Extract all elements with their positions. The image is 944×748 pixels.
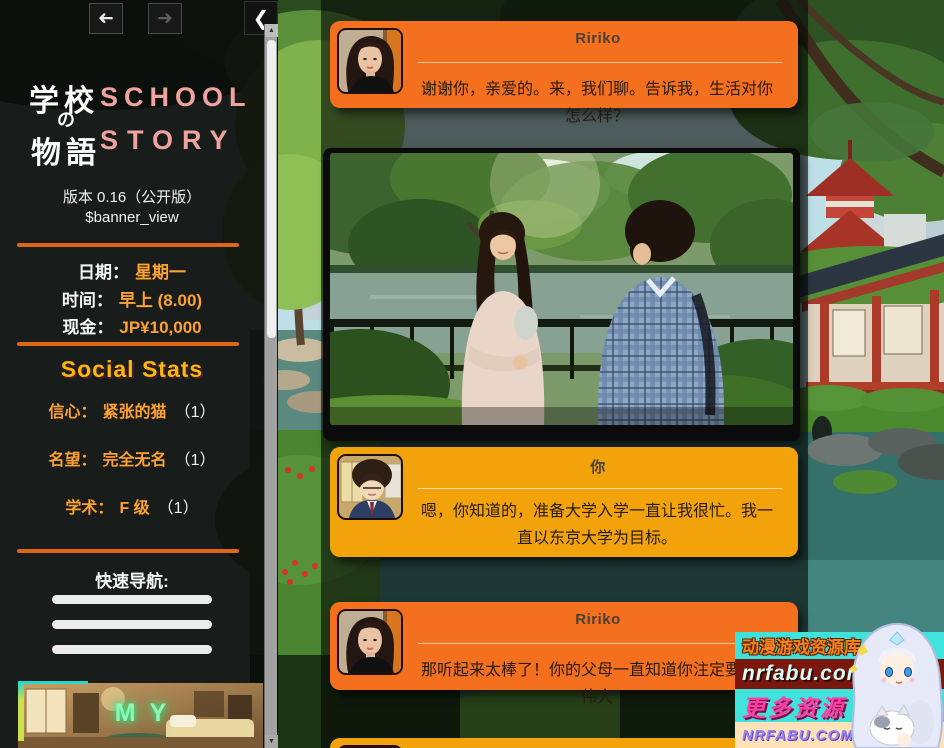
stat-label: 信心：: [49, 404, 97, 421]
message-text: 那听起来太棒了！你的父母一直知道你注定要成就伟大: [414, 657, 780, 711]
ad-banner-text: MY: [18, 699, 263, 728]
stat-value: 完全无名: [103, 452, 167, 469]
scrollbar-up-button[interactable]: ▲: [265, 24, 278, 37]
stat-fame: 名望： 完全无名 （1）: [0, 446, 264, 470]
stat-value: 紧张的猫: [103, 404, 167, 421]
stat-level: （1）: [175, 404, 216, 421]
speaker-name: 你: [414, 456, 782, 477]
date-row: 日期： 星期一: [0, 258, 264, 283]
date-label: 日期：: [78, 263, 129, 282]
message-divider: [418, 62, 782, 63]
quick-nav-button-2[interactable]: [52, 620, 212, 629]
avatar-player: [337, 454, 403, 520]
avatar-ririko: [337, 609, 403, 675]
forward-button[interactable]: ➜: [148, 3, 182, 34]
banner-variable-label: $banner_view: [0, 209, 264, 226]
time-value: 早上 (8.00): [119, 291, 202, 310]
chat-message-partial[interactable]: [330, 738, 798, 748]
logo-jp-story: 物語: [31, 128, 101, 172]
quick-nav-button-3[interactable]: [52, 645, 212, 654]
scene-photo-image: [330, 153, 793, 425]
time-row: 时间： 早上 (8.00): [0, 286, 264, 311]
ad-corner-decoration: [18, 681, 88, 684]
sidebar: 学校 の 物語 SCHOOL STORY 版本 0.16（公开版） $banne…: [0, 0, 278, 748]
logo-en-school: SCHOOL: [100, 82, 252, 113]
cash-value: JP¥10,000: [119, 318, 201, 337]
site-watermark: 动漫游戏资源库 nrfabu.com 更多资源 NRFABU.COM: [735, 632, 944, 748]
scrollbar-thumb[interactable]: [267, 40, 276, 338]
cash-row: 现金： JP¥10,000: [0, 313, 264, 338]
app-root: Ririko 谢谢你，亲爱的。来，我们聊。告诉我，生活对你怎么样？: [0, 0, 944, 748]
date-value: 星期一: [135, 263, 186, 282]
social-stats-title: Social Stats: [0, 356, 264, 383]
quick-nav-title: 快速导航:: [0, 567, 264, 592]
sidebar-scrollbar[interactable]: ▲ ▼: [264, 24, 277, 748]
divider: [17, 243, 239, 247]
stat-label: 名望：: [49, 452, 97, 469]
speaker-name: Ririko: [414, 30, 782, 47]
scrollbar-down-button[interactable]: ▼: [265, 735, 278, 748]
back-arrow-icon: ➜: [98, 7, 114, 30]
ad-banner[interactable]: MY: [18, 683, 263, 748]
message-divider: [418, 643, 782, 644]
divider: [17, 342, 239, 346]
stat-confidence: 信心： 紧张的猫 （1）: [0, 398, 264, 422]
stat-academics: 学术： F 级 （1）: [0, 494, 264, 518]
chat-message-ririko-1[interactable]: Ririko 谢谢你，亲爱的。来，我们聊。告诉我，生活对你怎么样？: [330, 21, 798, 108]
divider: [17, 549, 239, 553]
stat-level: （1）: [158, 500, 199, 517]
stat-label: 学术：: [65, 500, 113, 517]
quick-nav-button-1[interactable]: [52, 595, 212, 604]
speaker-name: Ririko: [414, 611, 782, 628]
watermark-mascot-girl: [842, 620, 944, 748]
back-button[interactable]: ➜: [89, 3, 123, 34]
chat-message-player[interactable]: 你 嗯，你知道的，准备大学入学一直让我很忙。我一直以东京大学为目标。: [330, 447, 798, 557]
avatar-ririko: [337, 28, 403, 94]
message-text: 谢谢你，亲爱的。来，我们聊。告诉我，生活对你怎么样？: [414, 76, 780, 130]
stat-value: F 级: [119, 500, 149, 517]
chat-message-ririko-2[interactable]: Ririko 那听起来太棒了！你的父母一直知道你注定要成就伟大: [330, 602, 798, 690]
scene-photo[interactable]: [323, 148, 800, 441]
stat-level: （1）: [175, 452, 216, 469]
forward-arrow-icon: ➜: [157, 7, 173, 30]
time-label: 时间：: [62, 291, 113, 310]
message-text: 嗯，你知道的，准备大学入学一直让我很忙。我一直以东京大学为目标。: [414, 498, 780, 552]
cash-label: 现金：: [62, 318, 113, 337]
logo-en-story: STORY: [100, 125, 237, 156]
version-label: 版本 0.16（公开版）: [0, 186, 264, 207]
message-divider: [418, 488, 782, 489]
